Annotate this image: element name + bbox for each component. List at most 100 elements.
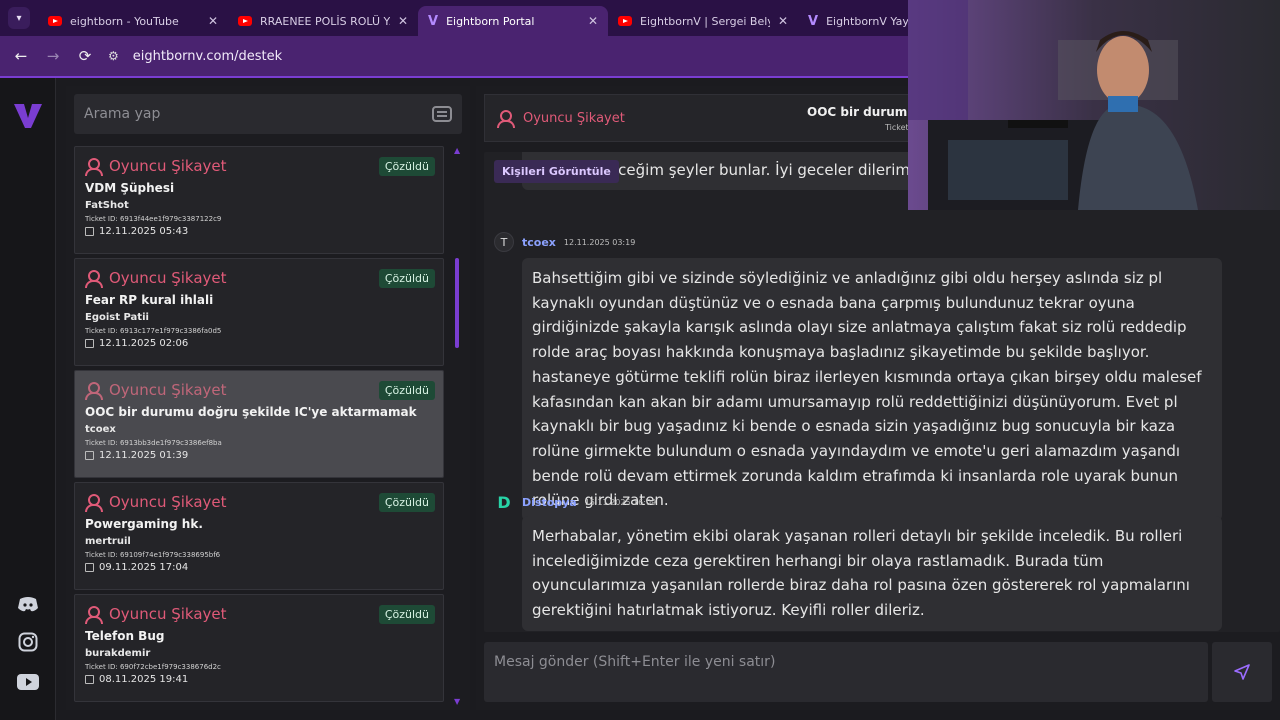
ticket-date: 12.11.2025 05:43: [85, 226, 433, 237]
browser-tab-4[interactable]: EightbornV | Sergei Belyak ✕: [608, 6, 798, 36]
ticket-date: 09.11.2025 17:04: [85, 562, 433, 573]
url-field[interactable]: eightbornv.com/destek: [133, 49, 282, 64]
keyboard-icon[interactable]: [432, 106, 452, 122]
send-icon: [1234, 664, 1250, 680]
discord-icon[interactable]: [16, 592, 40, 616]
ticket-subject: Telefon Bug: [85, 629, 165, 643]
category-label: Oyuncu Şikayet: [109, 493, 227, 511]
category-label: Oyuncu Şikayet: [109, 269, 227, 287]
ticket-subject: Fear RP kural ihlali: [85, 293, 214, 307]
category-label: Oyuncu Şikayet: [523, 110, 625, 126]
date-text: 12.11.2025 05:43: [99, 226, 189, 237]
browser-tab-2[interactable]: RRAENEE POLİS ROLÜ YAP ✕: [228, 6, 418, 36]
ticket-id: Ticket ID: 6913bb3de1f979c3386ef8ba: [85, 439, 222, 447]
calendar-icon: [85, 675, 94, 684]
ticket-card[interactable]: Oyuncu Şikayet Çözüldü Telefon Bug burak…: [74, 594, 444, 702]
v-logo-icon[interactable]: [12, 100, 44, 132]
browser-tab-3[interactable]: V Eightborn Portal ✕: [418, 6, 608, 36]
message-input[interactable]: [494, 654, 1198, 690]
calendar-icon: [85, 227, 94, 236]
v-logo-icon: V: [808, 13, 819, 29]
left-rail: [0, 78, 56, 720]
status-badge: Çözüldü: [378, 605, 435, 624]
category-label: Oyuncu Şikayet: [109, 157, 227, 175]
date-text: 09.11.2025 17:04: [99, 562, 189, 573]
ticket-id: Ticket ID: 6913c177e1f979c3386fa0d5: [85, 327, 222, 335]
ticket-card[interactable]: Oyuncu Şikayet Çözüldü VDM Şüphesi FatSh…: [74, 146, 444, 254]
scroll-down-icon[interactable]: ▼: [454, 697, 460, 706]
message-time: 15.11.2025 16:09: [584, 497, 657, 507]
date-text: 12.11.2025 02:06: [99, 338, 189, 349]
search-input[interactable]: [84, 106, 432, 122]
message-text: Bahsettiğim gibi ve sizinde söylediğiniz…: [532, 269, 1202, 510]
site-settings-icon[interactable]: ⚙: [108, 49, 119, 63]
send-button[interactable]: [1212, 642, 1272, 702]
person-icon: [85, 382, 103, 400]
chat-ticket-label: Ticket: [885, 123, 909, 132]
scroll-up-icon[interactable]: ▲: [454, 146, 460, 155]
close-icon[interactable]: ✕: [208, 14, 218, 28]
category-label: Oyuncu Şikayet: [109, 381, 227, 399]
ticket-id: Ticket ID: 6913f44ee1f979c3387122c9: [85, 215, 222, 223]
scrollbar-thumb[interactable]: [455, 258, 459, 348]
close-icon[interactable]: ✕: [398, 14, 408, 28]
ticket-id: Ticket ID: 690f72cbe1f979c338676d2c: [85, 663, 221, 671]
back-arrow-icon[interactable]: ←: [12, 47, 30, 65]
date-text: 12.11.2025 01:39: [99, 450, 189, 461]
message-author[interactable]: tcoex: [522, 236, 556, 249]
ticket-user: mertruil: [85, 536, 131, 547]
message-time: 12.11.2025 03:19: [563, 237, 636, 247]
avatar: T: [494, 232, 514, 252]
view-participants-button[interactable]: Kişileri Görüntüle: [494, 160, 619, 183]
ticket-card-selected[interactable]: Oyuncu Şikayet Çözüldü OOC bir durumu do…: [74, 370, 444, 478]
ticket-list-panel: Oyuncu Şikayet Çözüldü VDM Şüphesi FatSh…: [66, 86, 470, 710]
forward-arrow-icon[interactable]: →: [44, 47, 62, 65]
ticket-date: 12.11.2025 01:39: [85, 450, 433, 461]
person-icon: [85, 270, 103, 288]
ticket-card[interactable]: Oyuncu Şikayet Çözüldü Powergaming hk. m…: [74, 482, 444, 590]
list-scrollbar[interactable]: ▲ ▼: [454, 146, 460, 706]
webcam-overlay: [908, 0, 1280, 210]
tab-title: RRAENEE POLİS ROLÜ YAP: [260, 14, 390, 28]
ticket-user: tcoex: [85, 424, 116, 435]
close-icon[interactable]: ✕: [588, 14, 598, 28]
tab-title: Eightborn Portal: [446, 14, 535, 28]
avatar: D: [497, 492, 511, 512]
v-logo-icon: V: [428, 13, 439, 29]
message-bubble: Merhabalar, yönetim ekibi olarak yaşanan…: [522, 516, 1222, 631]
person-icon: [85, 158, 103, 176]
calendar-icon: [85, 451, 94, 460]
status-badge: Çözüldü: [378, 493, 435, 512]
ticket-date: 08.11.2025 19:41: [85, 674, 433, 685]
youtube-icon: [618, 16, 632, 26]
message-bubble: Bahsettiğim gibi ve sizinde söylediğiniz…: [522, 258, 1222, 522]
message-list[interactable]: Kişileri Görüntüle Söyleyebileceğim şeyl…: [484, 152, 1280, 632]
message-author[interactable]: Distopya: [522, 496, 577, 509]
youtube-icon[interactable]: [16, 670, 40, 694]
message-composer: [484, 642, 1208, 702]
ticket-subject: Powergaming hk.: [85, 517, 203, 531]
ticket-id: Ticket ID: 69109f74e1f979c338695bf6: [85, 551, 221, 559]
calendar-icon: [85, 339, 94, 348]
ticket-card[interactable]: Oyuncu Şikayet Çözüldü Fear RP kural ihl…: [74, 258, 444, 366]
close-icon[interactable]: ✕: [778, 14, 788, 28]
ticket-subject: VDM Şüphesi: [85, 181, 175, 195]
youtube-icon: [48, 16, 62, 26]
status-badge: Çözüldü: [378, 269, 435, 288]
person-icon: [497, 110, 515, 128]
tab-title: eightborn - YouTube: [70, 14, 179, 28]
tab-title: EightbornV | Sergei Belyak: [640, 14, 770, 28]
message-meta: T tcoex 12.11.2025 03:19: [494, 232, 635, 252]
chat-category: Oyuncu Şikayet: [497, 110, 625, 128]
ticket-subject: OOC bir durumu doğru şekilde IC'ye aktar…: [85, 405, 417, 419]
webcam-video: [908, 0, 1280, 210]
ticket-user: Egoist Patii: [85, 312, 149, 323]
reload-icon[interactable]: ⟳: [76, 47, 94, 65]
message-meta: D Distopya 15.11.2025 16:09: [494, 492, 656, 512]
category-label: Oyuncu Şikayet: [109, 605, 227, 623]
browser-tab-1[interactable]: eightborn - YouTube ✕: [38, 6, 228, 36]
tab-search-button[interactable]: ▾: [8, 7, 30, 29]
date-text: 08.11.2025 19:41: [99, 674, 189, 685]
instagram-icon[interactable]: [16, 630, 40, 654]
status-badge: Çözüldü: [378, 381, 435, 400]
